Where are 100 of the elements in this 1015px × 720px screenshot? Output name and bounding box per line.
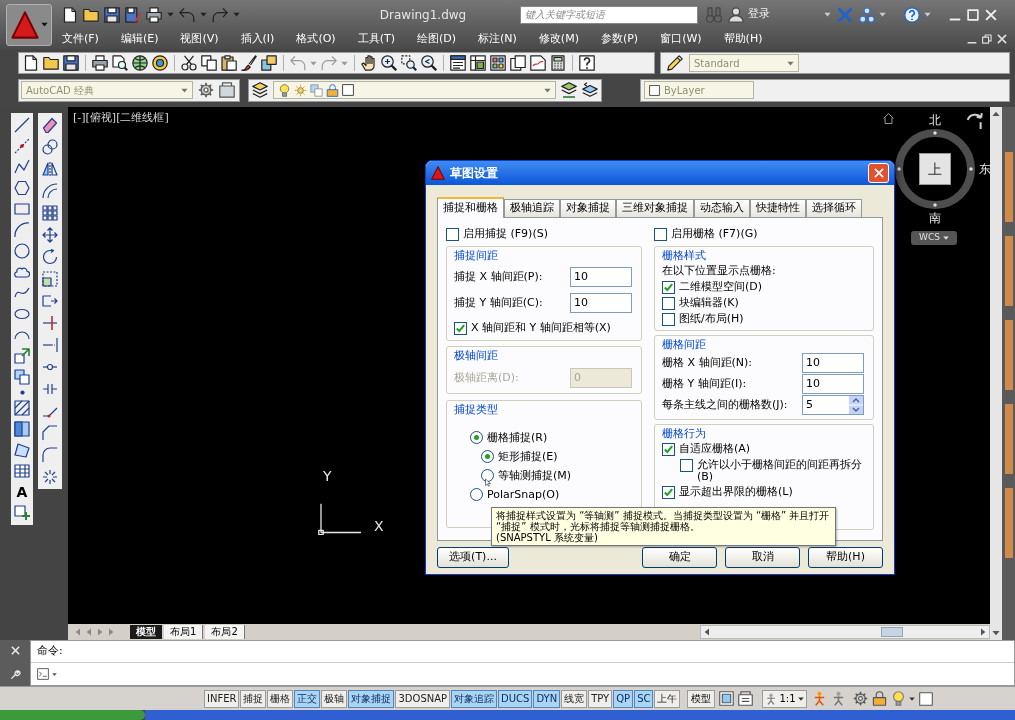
input-field[interactable]: 10 bbox=[570, 267, 632, 287]
layer-dropdown[interactable] bbox=[273, 81, 556, 99]
copy-pages-icon[interactable] bbox=[201, 55, 217, 71]
filled-polygon-icon[interactable] bbox=[14, 442, 30, 458]
ring-dot-icon[interactable] bbox=[933, 131, 937, 135]
dot-icon[interactable] bbox=[19, 390, 25, 395]
status-toggle[interactable]: 捕捉 bbox=[240, 689, 267, 708]
layout-tab[interactable]: 布局2 bbox=[205, 625, 245, 639]
document-icon[interactable] bbox=[23, 55, 39, 71]
menu-item[interactable]: 绘图(D) bbox=[416, 30, 457, 48]
gear-icon[interactable] bbox=[198, 82, 214, 98]
dialog-button[interactable]: 确定 bbox=[642, 547, 717, 568]
calculator-icon[interactable] bbox=[550, 55, 566, 71]
tab[interactable]: 对象捕捉 bbox=[560, 199, 616, 217]
close-button[interactable] bbox=[868, 163, 889, 183]
menu-item[interactable]: 标注(N) bbox=[478, 30, 517, 48]
layers-icon[interactable] bbox=[582, 82, 598, 98]
palette-tab[interactable] bbox=[1004, 488, 1013, 558]
printer-icon[interactable] bbox=[146, 6, 162, 23]
sign-in-link[interactable]: 登录 bbox=[748, 6, 770, 23]
dashed-line-icon[interactable] bbox=[14, 138, 30, 154]
dialog-button[interactable]: 取消 bbox=[725, 547, 800, 568]
radio-button[interactable] bbox=[470, 488, 483, 501]
hand-icon[interactable] bbox=[361, 55, 377, 71]
caret-icon[interactable] bbox=[52, 671, 57, 677]
spin-buttons-icon[interactable] bbox=[849, 396, 863, 414]
space-toggle[interactable]: 模型 bbox=[687, 689, 716, 708]
color-grid-icon[interactable] bbox=[490, 55, 506, 71]
three-circles-icon[interactable] bbox=[859, 6, 875, 23]
page-squiggle-icon[interactable] bbox=[530, 55, 546, 71]
palette-tab[interactable] bbox=[1004, 404, 1013, 474]
vertical-scrollbar[interactable] bbox=[990, 107, 1002, 640]
command-prompt-icon[interactable] bbox=[37, 668, 49, 680]
redo-arrow-icon[interactable] bbox=[212, 6, 228, 23]
folder-icon[interactable] bbox=[43, 55, 59, 71]
status-toggle[interactable]: 对象捕捉 bbox=[348, 689, 395, 708]
layout-tab[interactable]: 布局1 bbox=[164, 625, 204, 639]
color-swatch-icon[interactable] bbox=[649, 84, 660, 96]
caret-icon[interactable] bbox=[908, 695, 915, 702]
circle-icon[interactable] bbox=[14, 243, 30, 259]
polyline-icon[interactable] bbox=[14, 159, 30, 175]
dashed-square-icon[interactable] bbox=[42, 271, 58, 287]
list-window-icon[interactable] bbox=[450, 55, 466, 71]
user-icon[interactable] bbox=[728, 6, 744, 23]
overlapping-squares-icon[interactable] bbox=[14, 369, 30, 385]
four-arrows-icon[interactable] bbox=[42, 227, 58, 243]
document-icon[interactable] bbox=[62, 6, 78, 23]
palette-tab[interactable] bbox=[1004, 236, 1013, 306]
stick-figure-icon[interactable] bbox=[765, 692, 778, 705]
grid-panel-icon[interactable] bbox=[470, 55, 486, 71]
input-field[interactable]: 10 bbox=[570, 293, 632, 313]
pages-icon[interactable] bbox=[510, 55, 526, 71]
pencil-icon[interactable] bbox=[667, 55, 683, 71]
radio-button[interactable] bbox=[481, 450, 494, 463]
coordinate-system-dropdown[interactable]: WCS bbox=[911, 231, 957, 245]
printer-icon[interactable] bbox=[92, 55, 108, 71]
checkbox[interactable] bbox=[662, 443, 675, 456]
tab[interactable]: 极轴追踪 bbox=[504, 199, 560, 217]
ellipse-icon[interactable] bbox=[14, 306, 30, 322]
crossed-lines-icon[interactable] bbox=[42, 315, 58, 331]
scroll-down-icon[interactable] bbox=[992, 629, 1000, 637]
status-toggle[interactable]: 上午 bbox=[654, 689, 681, 708]
paintbrush-icon[interactable] bbox=[241, 55, 257, 71]
table-icon[interactable] bbox=[14, 463, 30, 479]
application-menu-button[interactable] bbox=[6, 3, 52, 46]
status-toggle[interactable]: 线宽 bbox=[561, 689, 588, 708]
shaded-square-icon[interactable] bbox=[14, 421, 30, 437]
checkbox[interactable] bbox=[654, 228, 667, 241]
close-icon[interactable] bbox=[985, 8, 997, 21]
search-field[interactable]: 键入关键字或短语 bbox=[520, 5, 698, 24]
checkbox[interactable] bbox=[662, 313, 675, 326]
viewcube-face[interactable]: 上 bbox=[919, 153, 951, 185]
status-toggle[interactable]: 3DOSNAP bbox=[395, 689, 451, 708]
magnifier-plus-icon[interactable] bbox=[381, 55, 397, 71]
floppy-disk-pen-icon[interactable] bbox=[125, 6, 141, 23]
close-icon[interactable] bbox=[997, 34, 1007, 44]
square-icon[interactable] bbox=[918, 691, 933, 706]
menu-item[interactable]: 工具(T) bbox=[357, 30, 395, 48]
layout-tab[interactable]: 模型 bbox=[130, 625, 162, 639]
caret-icon[interactable] bbox=[942, 235, 949, 241]
curved-arrow-icon[interactable] bbox=[966, 112, 984, 130]
two-circles-icon[interactable] bbox=[42, 139, 58, 155]
briefcase-icon[interactable] bbox=[219, 82, 235, 98]
status-toggle[interactable]: INFER bbox=[204, 689, 240, 708]
tab[interactable]: 选择循环 bbox=[806, 199, 862, 217]
ring-dot-icon[interactable] bbox=[897, 167, 901, 171]
ring-dot-icon[interactable] bbox=[933, 203, 937, 207]
checkbox[interactable] bbox=[662, 281, 675, 294]
palette-tab[interactable] bbox=[1004, 152, 1013, 222]
scrollbar-thumb[interactable] bbox=[881, 627, 903, 637]
app-logo-icon[interactable] bbox=[10, 10, 39, 39]
cloud-icon[interactable] bbox=[14, 264, 30, 280]
menu-item[interactable]: 修改(M) bbox=[538, 30, 579, 48]
checkbox[interactable] bbox=[454, 322, 467, 335]
scroll-up-icon[interactable] bbox=[992, 110, 1000, 118]
padlock-icon[interactable] bbox=[326, 83, 339, 97]
menu-item[interactable]: 帮助(H) bbox=[723, 30, 763, 48]
status-toggle[interactable]: SC bbox=[634, 689, 654, 708]
eraser-icon[interactable] bbox=[42, 117, 58, 133]
line-to-bar-icon[interactable] bbox=[42, 337, 58, 353]
